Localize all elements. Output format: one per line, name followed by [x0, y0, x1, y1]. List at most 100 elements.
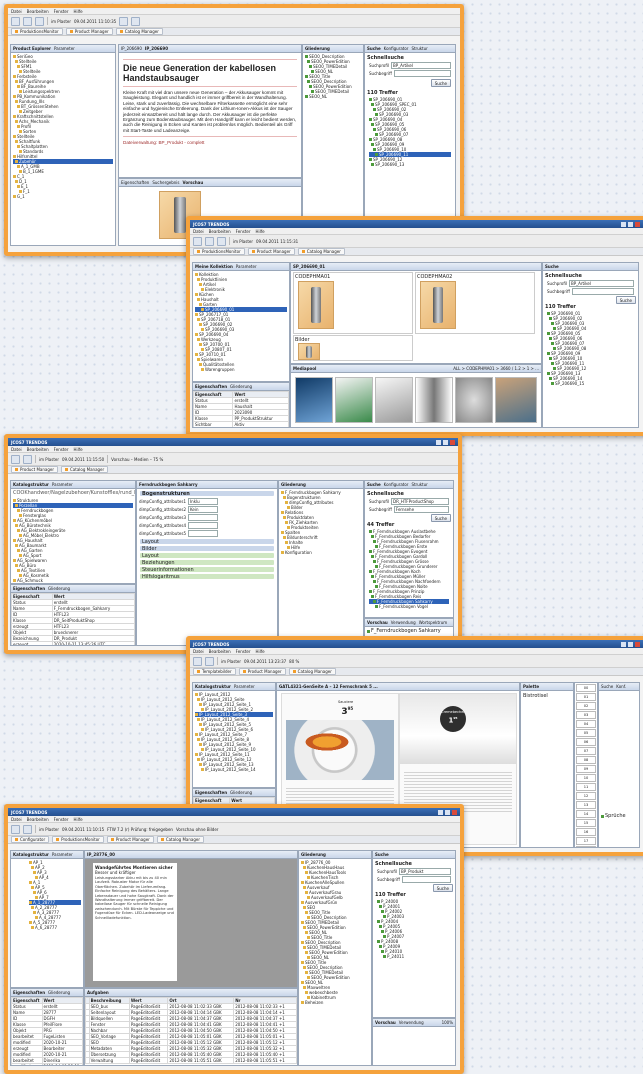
- doc-headline[interactable]: Die neue Generation der kabellosen Hands…: [123, 63, 297, 83]
- page-number-cell[interactable]: 10: [576, 774, 596, 782]
- tab-gliederung[interactable]: Gliederung: [230, 790, 252, 795]
- minimize-icon[interactable]: [438, 809, 443, 815]
- close-icon[interactable]: [635, 641, 640, 647]
- perspective-tab-produktionsmonitor[interactable]: ProduktionsMonitor: [193, 248, 245, 255]
- forward-icon[interactable]: [23, 16, 32, 26]
- tree-item[interactable]: G_1: [13, 194, 113, 199]
- forward-icon[interactable]: [23, 824, 32, 834]
- product-photo-3[interactable]: [298, 343, 320, 360]
- tree-item[interactable]: Warengruppen: [195, 367, 287, 372]
- tab-struktur[interactable]: Struktur: [411, 482, 427, 487]
- forward-icon[interactable]: [205, 656, 214, 666]
- back-icon[interactable]: [193, 656, 202, 666]
- doc-body[interactable]: Kleine Kraft mit viel dran unsere neue G…: [123, 90, 297, 133]
- perspective-tab-templatebilder[interactable]: Templatebilder: [193, 668, 236, 675]
- page-number-cell[interactable]: 08: [576, 756, 596, 764]
- back-icon[interactable]: [11, 16, 20, 26]
- search-button[interactable]: Suche: [430, 79, 451, 87]
- tab-verwendung[interactable]: Verwendung: [391, 620, 416, 625]
- perspective-tab-product-manager[interactable]: Product Manager: [247, 248, 295, 255]
- tab-katalogstruktur[interactable]: Katalogstruktur: [13, 482, 49, 487]
- menu-item-datei[interactable]: Datei: [193, 229, 204, 234]
- tab-suche[interactable]: Suche: [601, 684, 613, 689]
- preview-mode[interactable]: Vorschau ohne Bilder: [176, 827, 218, 832]
- home-icon[interactable]: [217, 236, 226, 246]
- editor-tab[interactable]: GATL4321-GenSeite A – 12 Fernschrank 5 .…: [279, 684, 378, 689]
- menu-item-hilfe[interactable]: Hilfe: [74, 817, 83, 822]
- page-number-cell[interactable]: 18: [576, 846, 596, 847]
- perspective-tab-catalog-manager[interactable]: Catalog Manager: [288, 668, 336, 675]
- menu-item-datei[interactable]: Datei: [193, 649, 204, 654]
- config-select[interactable]: [188, 514, 218, 521]
- page-number-cell[interactable]: 02: [576, 702, 596, 710]
- menu-item-hilfe[interactable]: Hilfe: [74, 447, 83, 452]
- media-thumb-6[interactable]: [495, 377, 537, 423]
- section-bar[interactable]: Steuerinformationen: [140, 567, 274, 573]
- search-term-input[interactable]: [401, 876, 451, 883]
- group-header[interactable]: Bogenstrukturen: [140, 491, 274, 497]
- tab-vorschau[interactable]: Vorschau: [182, 180, 203, 185]
- tab-eigenschaften[interactable]: Eigenschaften: [13, 586, 45, 591]
- tab-vorschau[interactable]: Vorschau: [367, 620, 388, 625]
- tab-gliederung[interactable]: Gliederung: [301, 852, 326, 857]
- back-icon[interactable]: [11, 824, 20, 834]
- page-number-cell[interactable]: 13: [576, 801, 596, 809]
- perspective-tab-produktionsmonitor[interactable]: ProduktionsMonitor: [11, 28, 63, 35]
- editor-tab[interactable]: IP_28776_00: [87, 852, 115, 857]
- menu-item-datei[interactable]: Datei: [11, 447, 22, 452]
- back-icon[interactable]: [11, 454, 20, 464]
- tab-konfigurator[interactable]: Konfigurator: [384, 46, 409, 51]
- outline-item[interactable]: Konfiguration: [281, 550, 361, 555]
- section-bar[interactable]: Layout: [140, 553, 274, 559]
- close-icon[interactable]: [452, 809, 457, 815]
- search-button[interactable]: Suche: [615, 296, 636, 304]
- zoom-level[interactable]: 80 %: [289, 659, 299, 664]
- tab-parameter[interactable]: Parameter: [236, 264, 257, 269]
- tab-suchergebnis[interactable]: Suchergebnis: [152, 180, 179, 185]
- table-row[interactable]: Verwaltung PageEditorEdit 2012-08-08 11:05…: [85, 1057, 297, 1064]
- preview-zoom[interactable]: Vorschau – Medien – 75 %: [111, 457, 163, 462]
- tab-verwendung[interactable]: Verwendung: [399, 1020, 424, 1025]
- perspective-tab-catalog-manager[interactable]: Catalog Manager: [297, 248, 345, 255]
- page-number-cell[interactable]: 11: [576, 783, 596, 791]
- page-number-cell[interactable]: 05: [576, 729, 596, 737]
- search-term-input[interactable]: [393, 70, 451, 77]
- search-profile-select[interactable]: DR_HTFProductShop: [390, 498, 449, 505]
- config-select[interactable]: [188, 522, 218, 529]
- perspective-tab-product-manager[interactable]: Product Manager: [106, 836, 154, 843]
- tree-item[interactable]: IP_Layout_2012_Seite_14: [195, 767, 273, 772]
- minimize-icon[interactable]: [621, 641, 626, 647]
- minimize-icon[interactable]: [436, 439, 441, 445]
- section-bar[interactable]: Hilfslogaritmus: [140, 574, 274, 580]
- tab-eigenschaften[interactable]: Eigenschaften: [13, 990, 45, 995]
- perspective-tab-configurator[interactable]: Configurator: [11, 836, 50, 843]
- tab-parameter[interactable]: Parameter: [52, 852, 73, 857]
- review-status[interactable]: FTW 7.2 (r) Prüfung: freigegeben: [107, 827, 173, 832]
- editor-tab[interactable]: Ferndruckbogen Sahkarry: [139, 482, 198, 487]
- tab-parameter[interactable]: Parameter: [234, 684, 255, 689]
- tab-gliederung[interactable]: Gliederung: [281, 482, 306, 487]
- menu-item-bearbeiten[interactable]: Bearbeiten: [27, 447, 49, 452]
- search-term-input[interactable]: Fernsehe: [393, 506, 449, 513]
- editor-tab-1[interactable]: IP_206690: [121, 46, 142, 51]
- result-item[interactable]: F_Ferndruckbogen Vogel: [369, 604, 449, 609]
- perspective-tab-produktionsmonitor[interactable]: ProduktionsMonitor: [52, 836, 104, 843]
- menu-item-fenster[interactable]: Fenster: [236, 649, 251, 654]
- menu-item-bearbeiten[interactable]: Bearbeiten: [27, 9, 49, 14]
- menu-item-bearbeiten[interactable]: Bearbeiten: [209, 229, 231, 234]
- menu-item-fenster[interactable]: Fenster: [54, 9, 69, 14]
- tab-mediapool[interactable]: Mediapool: [293, 366, 316, 371]
- search-profile-select[interactable]: BP_Artikel: [390, 62, 451, 69]
- perspective-tab-catalog-manager[interactable]: Catalog Manager: [61, 466, 109, 473]
- perspective-tab-product-manager[interactable]: Product Manager: [238, 668, 286, 675]
- media-thumb-2[interactable]: [335, 377, 373, 423]
- tab-product-explorer[interactable]: Product Explorer: [13, 46, 51, 51]
- editor-tab-2[interactable]: IP_206690: [145, 46, 168, 51]
- palette-item[interactable]: Bistrotisel: [521, 691, 573, 701]
- tab-katalogstruktur[interactable]: Katalogstruktur: [195, 684, 231, 689]
- result-item[interactable]: SP_206690_15: [547, 381, 634, 386]
- tab-eigenschaften[interactable]: Eigenschaften: [121, 180, 149, 185]
- tab-meine-kollektion[interactable]: Meine Kollektion: [195, 264, 233, 269]
- tab-parameter[interactable]: Parameter: [54, 46, 75, 51]
- tab-struktur[interactable]: Struktur: [411, 46, 427, 51]
